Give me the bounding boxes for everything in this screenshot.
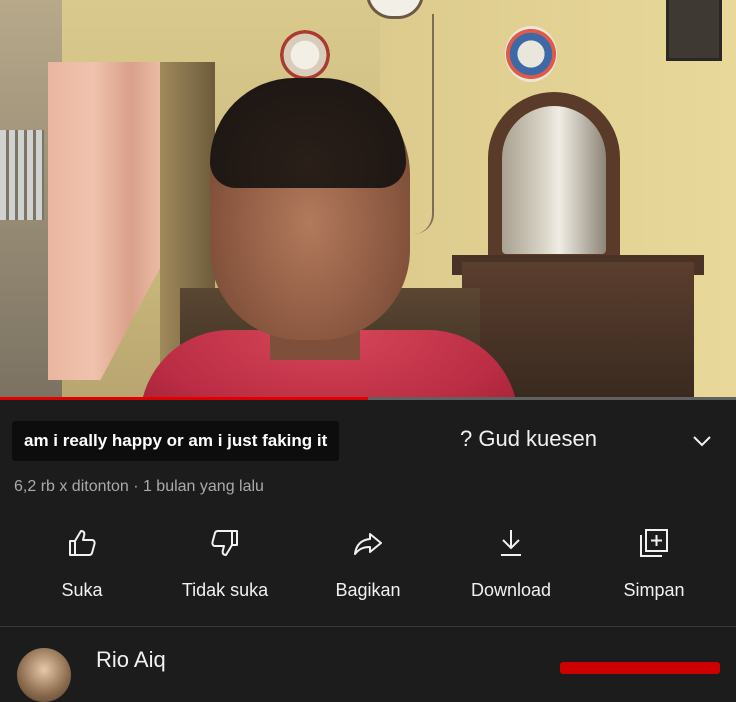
channel-row[interactable]: Rio Aiq [0,627,736,702]
channel-name[interactable]: Rio Aiq [96,647,166,673]
video-wall-plate [505,26,557,82]
dislike-label: Tidak suka [181,580,269,600]
video-player[interactable] [0,0,736,397]
share-label: Bagikan [335,580,401,600]
thumbs-up-icon [69,530,96,556]
download-icon [501,530,521,556]
video-person-hair [210,78,406,188]
video-progress-fill [0,397,368,400]
like-button[interactable]: Suka [44,520,120,601]
video-window [0,130,44,220]
download-label: Download [470,580,552,600]
subscribe-button[interactable] [560,662,720,674]
action-bar: Suka Tidak suka Bagikan Download Simpan [0,520,736,610]
video-title-rest: ? Gud kuesen [460,426,597,451]
like-label: Suka [61,580,103,600]
video-title-highlight: am i really happy or am i just faking it [12,421,340,461]
video-mirror-glass [502,106,606,254]
dislike-button[interactable]: Tidak suka [166,520,284,601]
thumbs-down-icon [211,530,238,556]
save-label: Simpan [623,580,685,600]
video-wire [414,14,434,234]
save-button[interactable]: Simpan [612,520,696,601]
video-progress-bar[interactable] [0,397,736,400]
share-icon [354,533,382,555]
share-button[interactable]: Bagikan [322,520,414,601]
video-picture-frame [666,0,722,61]
video-meta: 6,2 rb x ditonton · 1 bulan yang lalu [14,478,264,495]
video-wall-plate [280,30,330,80]
chevron-down-icon[interactable] [690,429,714,453]
channel-avatar[interactable] [17,648,71,702]
video-title-row[interactable]: am i really happy or am i just faking it… [12,421,724,467]
download-button[interactable]: Download [456,520,566,601]
add-to-playlist-icon [640,529,668,557]
